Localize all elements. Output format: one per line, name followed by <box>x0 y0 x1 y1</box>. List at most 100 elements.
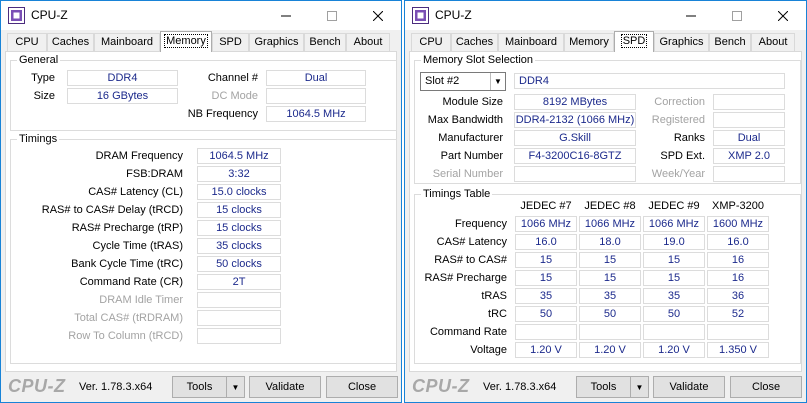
table-cell: 1066 MHz <box>515 216 577 232</box>
memory-panel: General Type DDR4 Size 16 GBytes Channel… <box>5 51 397 372</box>
timing-label: DRAM Idle Timer <box>99 294 183 306</box>
timing-label: DRAM Frequency <box>95 150 183 162</box>
tab-about[interactable]: About <box>751 33 795 51</box>
dcmode-label: DC Mode <box>211 90 258 102</box>
cpuz-brand-logo: CPU-Z <box>412 376 470 396</box>
table-cell: 1.20 V <box>643 342 705 358</box>
table-cell: 50 <box>515 306 577 322</box>
timing-label: Command Rate (CR) <box>79 276 183 288</box>
correction-label: Correction <box>654 96 705 108</box>
table-cell <box>579 324 641 340</box>
timing-value: 1064.5 MHz <box>197 148 281 164</box>
timing-value <box>197 328 281 344</box>
table-cell <box>515 324 577 340</box>
slot-select[interactable]: Slot #2 ▼ <box>420 72 506 91</box>
footer-bar: CPU-Z Ver. 1.78.3.x64 Tools ▼ Validate C… <box>1 372 401 402</box>
maximize-button[interactable] <box>714 1 760 30</box>
size-value: 16 GBytes <box>67 88 178 104</box>
correction-value <box>713 94 785 110</box>
close-window-button[interactable] <box>355 1 401 30</box>
manufacturer-label: Manufacturer <box>438 132 503 144</box>
maximize-button[interactable] <box>309 1 355 30</box>
timing-label: CAS# Latency (CL) <box>88 186 183 198</box>
table-cell: 18.0 <box>579 234 641 250</box>
table-cell: 16 <box>707 252 769 268</box>
tab-bench[interactable]: Bench <box>709 33 751 51</box>
timing-label: RAS# to CAS# Delay (tRCD) <box>41 204 183 216</box>
nb-frequency-value: 1064.5 MHz <box>266 106 366 122</box>
tab-graphics[interactable]: Graphics <box>654 33 709 51</box>
tab-caches[interactable]: Caches <box>47 33 94 51</box>
table-cell: 1066 MHz <box>643 216 705 232</box>
tools-dropdown-button[interactable]: ▼ <box>226 376 245 398</box>
row-label: tRC <box>488 308 507 320</box>
table-cell: 50 <box>579 306 641 322</box>
table-cell: 15 <box>515 270 577 286</box>
maximize-icon <box>732 10 742 21</box>
timing-value <box>197 292 281 308</box>
close-button[interactable]: Close <box>730 376 802 398</box>
tab-memory[interactable]: Memory <box>160 31 212 52</box>
timing-label: Bank Cycle Time (tRC) <box>71 258 183 270</box>
serial-number-label: Serial Number <box>432 168 503 180</box>
tab-about[interactable]: About <box>346 33 390 51</box>
tab-spd[interactable]: SPD <box>614 31 654 52</box>
registered-label: Registered <box>651 114 705 126</box>
spd-ext-value: XMP 2.0 <box>713 148 785 164</box>
title-bar[interactable]: CPU-Z <box>405 1 806 30</box>
column-header: XMP-3200 <box>712 200 764 212</box>
table-cell: 16.0 <box>515 234 577 250</box>
timing-value: 3:32 <box>197 166 281 182</box>
close-icon <box>373 10 383 21</box>
minimize-button[interactable] <box>668 1 714 30</box>
tab-bench[interactable]: Bench <box>304 33 346 51</box>
close-button[interactable]: Close <box>326 376 398 398</box>
table-cell: 1.350 V <box>707 342 769 358</box>
column-header: JEDEC #9 <box>648 200 700 212</box>
table-cell: 50 <box>643 306 705 322</box>
group-title: Memory Slot Selection <box>421 53 536 67</box>
tools-button[interactable]: Tools <box>576 376 631 398</box>
table-cell: 15 <box>579 252 641 268</box>
cpuz-window-memory: CPU-Z CPU Caches Mainboard Memory SPD Gr… <box>0 0 402 403</box>
column-header: JEDEC #7 <box>520 200 572 212</box>
group-title: General <box>17 53 61 67</box>
tools-dropdown-button[interactable]: ▼ <box>630 376 649 398</box>
validate-button[interactable]: Validate <box>653 376 725 398</box>
minimize-icon <box>281 15 291 16</box>
cpuz-app-icon <box>412 7 429 24</box>
validate-button[interactable]: Validate <box>249 376 321 398</box>
timing-value: 15 clocks <box>197 202 281 218</box>
version-label: Ver. 1.78.3.x64 <box>79 381 153 393</box>
close-icon <box>778 10 788 21</box>
row-label: Voltage <box>470 344 507 356</box>
title-bar[interactable]: CPU-Z <box>1 1 401 30</box>
table-cell: 16 <box>707 270 769 286</box>
table-cell: 35 <box>579 288 641 304</box>
tab-spd[interactable]: SPD <box>212 33 249 51</box>
dcmode-value <box>266 88 366 104</box>
row-label: CAS# Latency <box>436 236 507 248</box>
slot-select-value: Slot #2 <box>425 75 460 87</box>
close-window-button[interactable] <box>760 1 806 30</box>
max-bandwidth-value: DDR4-2132 (1066 MHz) <box>514 112 636 128</box>
table-cell: 19.0 <box>643 234 705 250</box>
tab-mainboard[interactable]: Mainboard <box>94 33 160 51</box>
group-title: Timings <box>17 132 60 146</box>
tab-cpu[interactable]: CPU <box>411 33 451 51</box>
tab-cpu[interactable]: CPU <box>7 33 47 51</box>
row-label: Frequency <box>455 218 507 230</box>
minimize-button[interactable] <box>263 1 309 30</box>
tab-memory[interactable]: Memory <box>564 33 614 51</box>
tools-button[interactable]: Tools <box>172 376 227 398</box>
part-number-label: Part Number <box>440 150 503 162</box>
timing-value: 15 clocks <box>197 220 281 236</box>
tab-caches[interactable]: Caches <box>451 33 498 51</box>
tab-mainboard[interactable]: Mainboard <box>498 33 564 51</box>
cpuz-app-icon <box>8 7 25 24</box>
chevron-down-icon: ▼ <box>231 382 240 392</box>
tab-graphics[interactable]: Graphics <box>249 33 304 51</box>
table-cell: 16.0 <box>707 234 769 250</box>
timing-value: 2T <box>197 274 281 290</box>
table-cell: 35 <box>643 288 705 304</box>
